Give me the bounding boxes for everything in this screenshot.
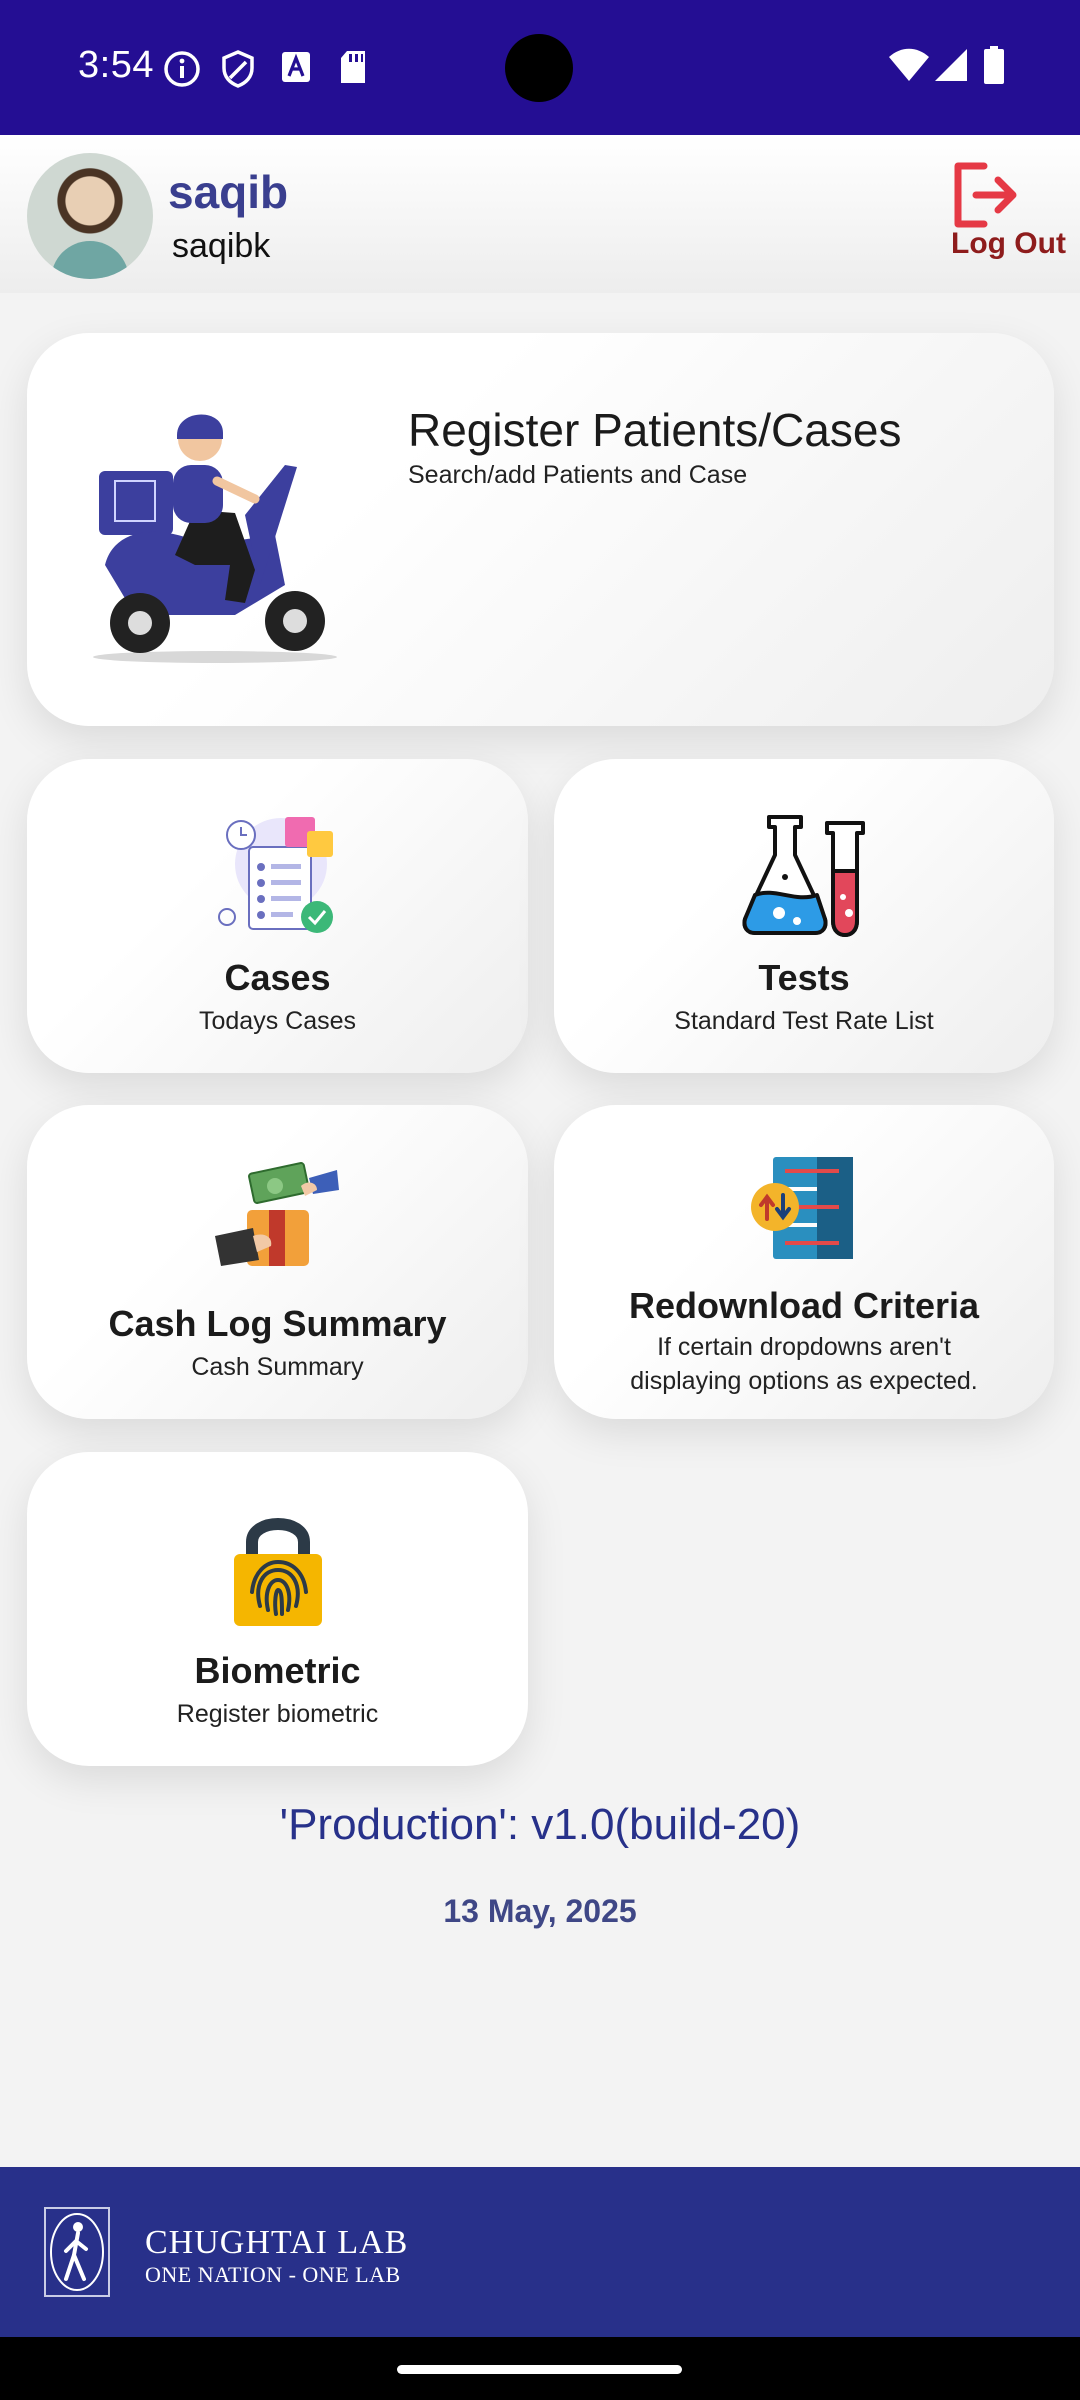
- register-patients-card[interactable]: Register Patients/Cases Search/add Patie…: [27, 333, 1054, 726]
- system-navigation-bar: [0, 2337, 1080, 2400]
- header: saqib saqibk Log Out: [0, 135, 1080, 293]
- shield-icon: [222, 50, 254, 88]
- checklist-illustration: [217, 817, 333, 933]
- biometric-card[interactable]: Biometric Register biometric: [27, 1452, 528, 1766]
- cash-log-subtitle: Cash Summary: [191, 1353, 364, 1381]
- brand-tagline: ONE NATION - ONE LAB: [145, 2262, 401, 2287]
- avatar[interactable]: [27, 153, 153, 279]
- scooter-illustration: [93, 414, 337, 663]
- build-date: 13 May, 2025: [443, 1893, 637, 1929]
- cash-illustration: [214, 1162, 339, 1266]
- logout-button[interactable]: [940, 160, 1070, 280]
- register-title: Register Patients/Cases: [408, 404, 902, 456]
- flasks-illustration: [742, 815, 865, 937]
- walking-figure-icon: [50, 2213, 104, 2291]
- redownload-criteria-card[interactable]: Redownload Criteria If certain dropdowns…: [554, 1105, 1054, 1419]
- tests-card[interactable]: Tests Standard Test Rate List: [554, 759, 1054, 1073]
- front-camera: [505, 34, 573, 102]
- status-time: 3:54: [78, 44, 154, 86]
- logout-label[interactable]: Log Out: [951, 227, 1066, 261]
- redownload-subtitle-line1: If certain dropdowns aren't: [657, 1333, 951, 1361]
- tests-title: Tests: [758, 957, 850, 998]
- info-icon: [164, 51, 200, 87]
- cases-title: Cases: [224, 957, 331, 998]
- brand-logo: [44, 2207, 110, 2297]
- user-name: saqib: [168, 166, 289, 218]
- biometric-title: Biometric: [194, 1650, 361, 1691]
- sd-card-icon: [341, 51, 365, 83]
- redownload-title: Redownload Criteria: [628, 1285, 980, 1326]
- cases-subtitle: Todays Cases: [198, 1007, 357, 1035]
- battery-icon: [984, 46, 1004, 84]
- brand-name: CHUGHTAI LAB: [145, 2224, 409, 2261]
- server-illustration: [751, 1157, 853, 1259]
- redownload-subtitle-line2: displaying options as expected.: [630, 1367, 978, 1395]
- logout-icon: [954, 162, 1017, 228]
- register-subtitle: Search/add Patients and Case: [408, 461, 748, 489]
- cash-log-title: Cash Log Summary: [108, 1303, 447, 1344]
- a-icon: [282, 52, 310, 82]
- wifi-icon: [889, 48, 929, 81]
- user-login: saqibk: [172, 227, 271, 265]
- footer: CHUGHTAI LAB ONE NATION - ONE LAB: [0, 2167, 1080, 2337]
- home-gesture-handle[interactable]: [397, 2365, 682, 2374]
- tests-subtitle: Standard Test Rate List: [674, 1007, 934, 1035]
- biometric-subtitle: Register biometric: [176, 1700, 379, 1728]
- status-bar: 3:54: [0, 0, 1080, 135]
- cash-log-summary-card[interactable]: Cash Log Summary Cash Summary: [27, 1105, 528, 1419]
- version-text: 'Production': v1.0(build-20): [279, 1800, 801, 1849]
- signal-icon: [935, 49, 967, 81]
- fingerprint-lock-illustration: [233, 1518, 322, 1626]
- cases-card[interactable]: Cases Todays Cases: [27, 759, 528, 1073]
